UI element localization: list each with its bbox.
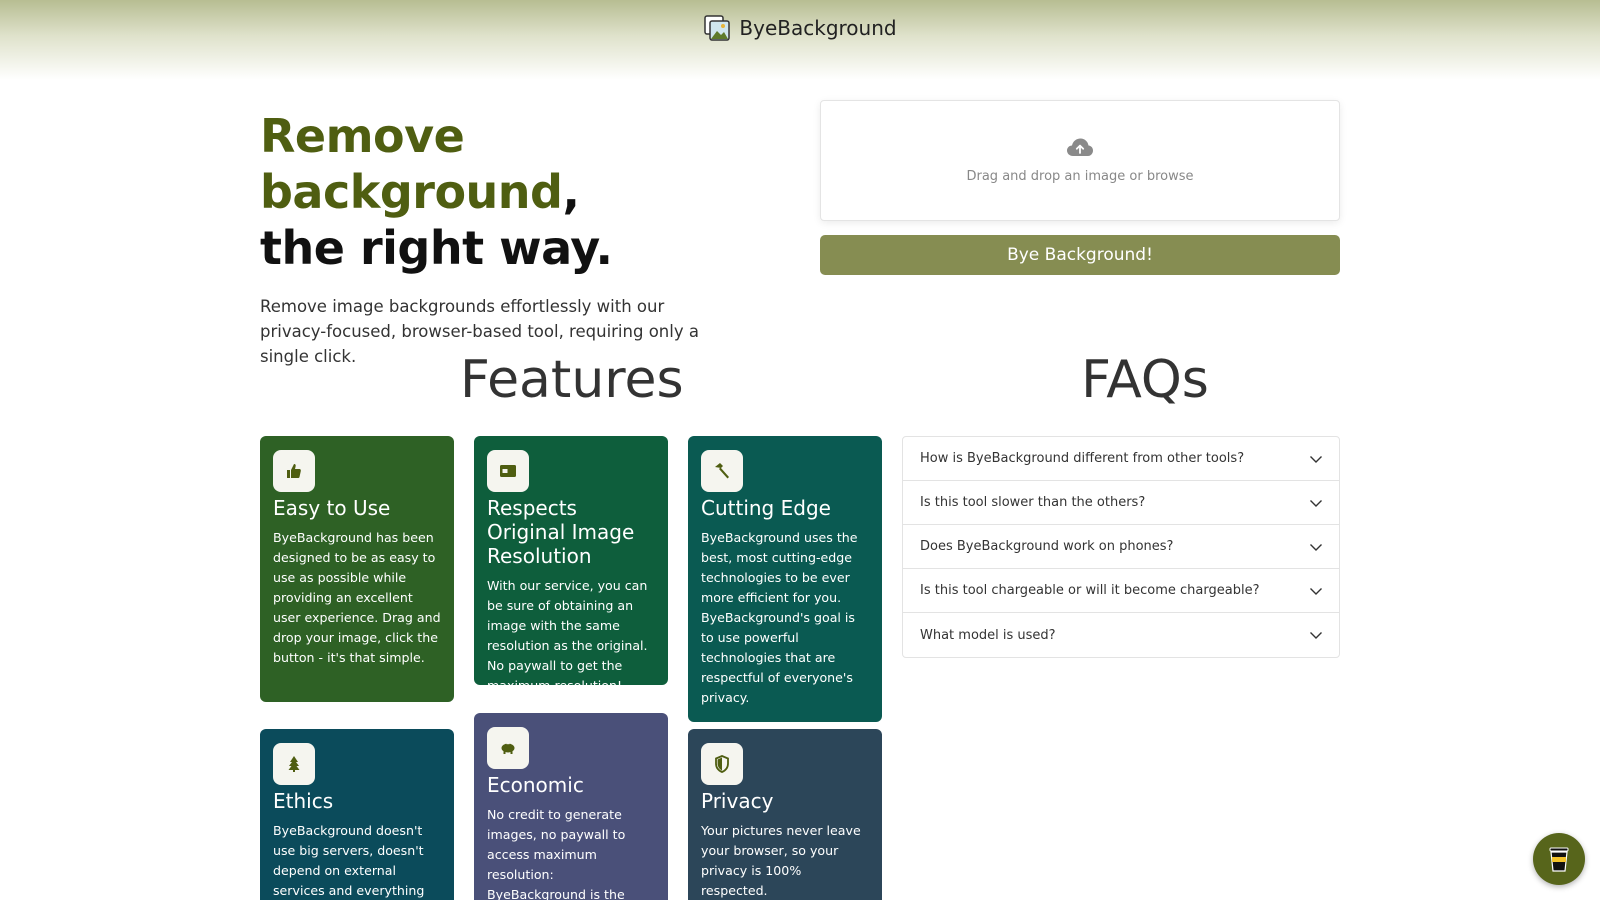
feature-title: Easy to Use [273, 496, 391, 520]
faq-question: Is this tool chargeable or will it becom… [920, 583, 1260, 598]
feature-card-easy-to-use: Easy to Use ByeBackground has been desig… [260, 436, 454, 702]
feature-text: With our service, you can be sure of obt… [487, 578, 648, 693]
shield-icon [701, 743, 743, 785]
feature-text: ByeBackground uses the best, most cuttin… [701, 530, 858, 705]
brand[interactable]: ByeBackground [703, 14, 897, 42]
feature-text: No credit to generate images, no paywall… [487, 807, 626, 900]
hero-title: Remove background, the right way. [260, 108, 760, 276]
faq-question: How is ByeBackground different from othe… [920, 451, 1245, 466]
faq-item[interactable]: Is this tool chargeable or will it becom… [903, 569, 1339, 613]
feature-title: Privacy [701, 789, 774, 813]
chevron-down-icon [1310, 587, 1322, 595]
features-title: Features [460, 350, 684, 410]
feature-title: Ethics [273, 789, 334, 813]
hero: Remove background, the right way. Remove… [260, 108, 760, 369]
cloud-upload-icon [1067, 138, 1093, 156]
hero-title-accent: Remove background [260, 109, 563, 219]
chevron-down-icon [1310, 543, 1322, 551]
image-dropzone[interactable]: Drag and drop an image or browse [820, 100, 1340, 221]
chevron-down-icon [1310, 499, 1322, 507]
feature-card-economic: Economic No credit to generate images, n… [474, 713, 668, 900]
brand-name: ByeBackground [739, 16, 897, 40]
coffee-cup-icon [1549, 847, 1569, 872]
chevron-down-icon [1310, 632, 1322, 639]
thumbs-up-icon [273, 450, 315, 492]
faqs-title: FAQs [1081, 350, 1209, 410]
feature-card-resolution: Respects Original Image Resolution With … [474, 436, 668, 693]
feature-card-ethics: Ethics ByeBackground doesn't use big ser… [260, 729, 454, 900]
feature-text: ByeBackground doesn't use big servers, d… [273, 823, 425, 898]
feature-title: Economic [487, 773, 584, 797]
feature-card-privacy: Privacy Your pictures never leave your b… [688, 729, 882, 900]
faq-item[interactable]: Is this tool slower than the others? [903, 481, 1339, 525]
dropzone-text[interactable]: Drag and drop an image or browse [966, 169, 1193, 184]
faq-question: Does ByeBackground work on phones? [920, 539, 1174, 554]
feature-card-cutting-edge: Cutting Edge ByeBackground uses the best… [688, 436, 882, 722]
hero-title-comma: , [562, 165, 580, 219]
top-header: ByeBackground [0, 0, 1600, 80]
feature-title: Respects Original Image Resolution [487, 496, 635, 568]
image-logo-icon [704, 15, 731, 41]
bye-background-button[interactable]: Bye Background! [820, 235, 1340, 275]
feature-title: Cutting Edge [701, 496, 831, 520]
piggy-bank-icon [487, 727, 529, 769]
feature-text: ByeBackground has been designed to be as… [273, 530, 441, 665]
chevron-down-icon [1310, 455, 1322, 463]
tree-icon [273, 743, 315, 785]
image-icon [487, 450, 529, 492]
hero-title-line2: the right way. [260, 221, 613, 275]
faq-accordion: How is ByeBackground different from othe… [902, 436, 1340, 658]
faq-item[interactable]: What model is used? [903, 613, 1339, 657]
faq-item[interactable]: How is ByeBackground different from othe… [903, 437, 1339, 481]
hammer-icon [701, 450, 743, 492]
faq-question: Is this tool slower than the others? [920, 495, 1146, 510]
faq-item[interactable]: Does ByeBackground work on phones? [903, 525, 1339, 569]
feature-text: Your pictures never leave your browser, … [701, 823, 861, 898]
buy-me-a-coffee-button[interactable] [1533, 833, 1585, 885]
faq-question: What model is used? [920, 627, 1056, 643]
